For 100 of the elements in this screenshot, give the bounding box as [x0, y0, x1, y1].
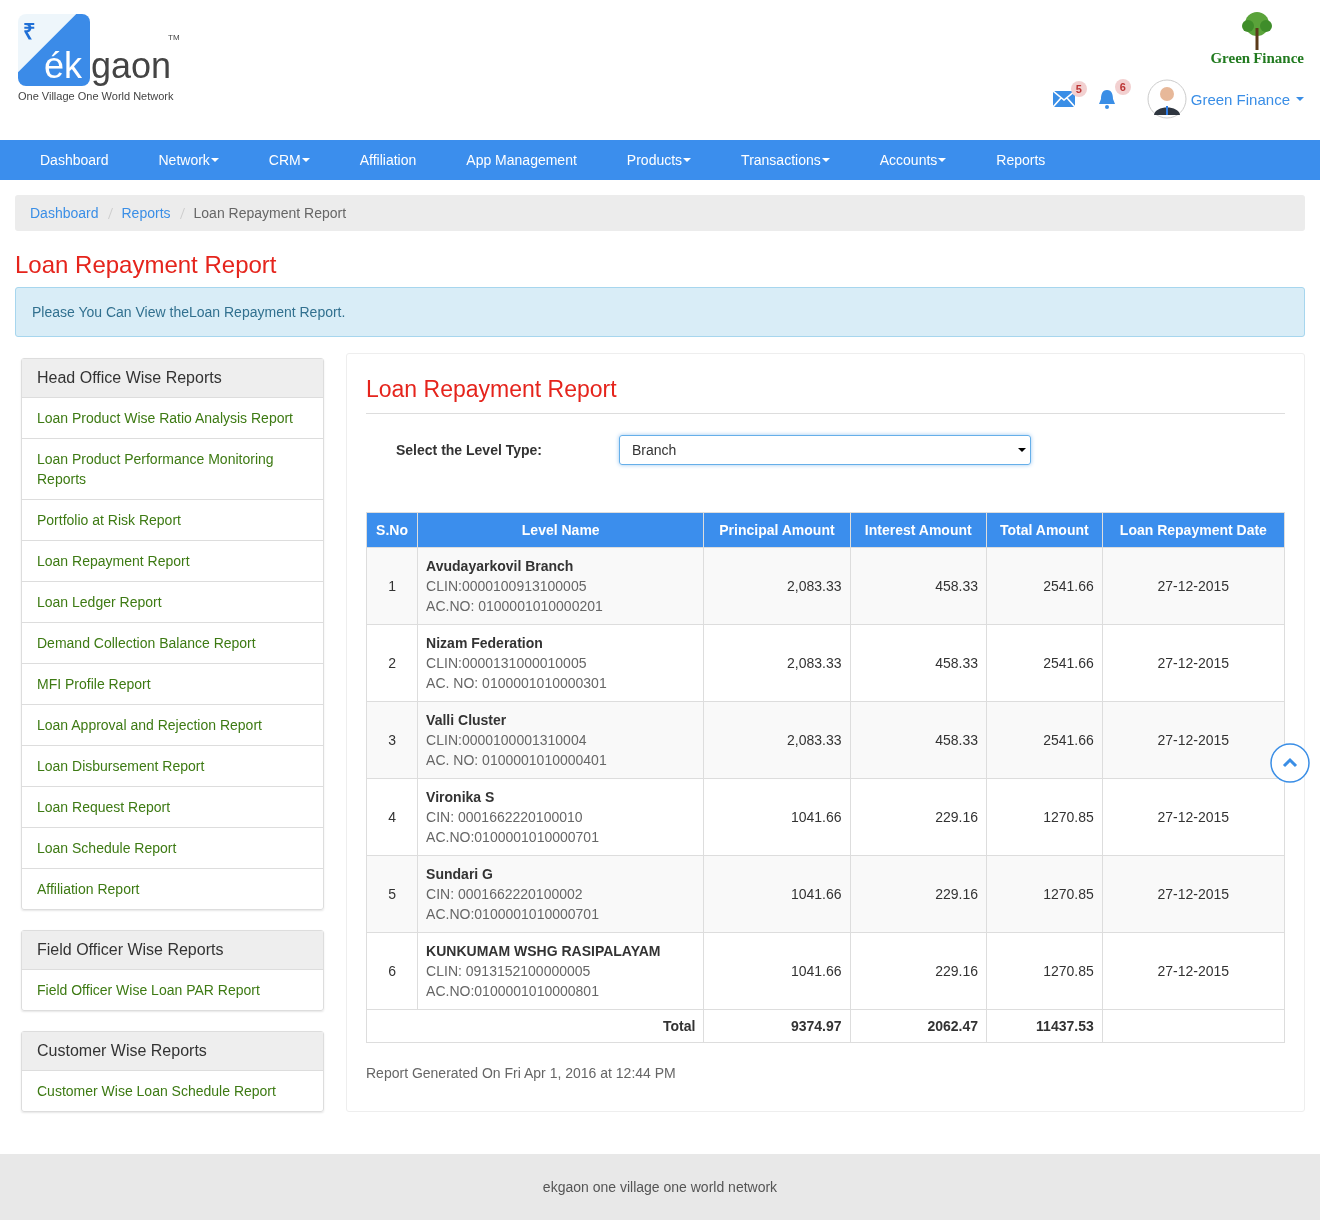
- breadcrumb-current[interactable]: Loan Repayment Report: [193, 205, 347, 221]
- table-cell: 229.16: [850, 855, 987, 933]
- report-link[interactable]: MFI Profile Report: [22, 663, 323, 704]
- info-text: Please You Can View theLoan Repayment Report.: [32, 304, 346, 320]
- table-cell: 5: [366, 855, 418, 933]
- report-link[interactable]: Loan Schedule Report: [22, 827, 323, 868]
- table-cell: 2541.66: [986, 701, 1103, 779]
- table-cell: 1041.66: [703, 778, 851, 856]
- field-label: Select the Level Type:: [396, 442, 543, 458]
- logo-tagline: One Village One World Network: [18, 90, 174, 102]
- table-cell: 458.33: [850, 624, 987, 702]
- logo-text: gaon: [91, 48, 172, 84]
- report-link[interactable]: Loan Disbursement Report: [22, 745, 323, 786]
- nav-item[interactable]: Network: [158, 152, 219, 168]
- report-link[interactable]: Loan Approval and Rejection Report: [22, 704, 323, 745]
- table-cell: 2,083.33: [703, 701, 851, 779]
- id-text: AC. NO: 0100001010000401: [426, 751, 608, 770]
- table-cell: 2541.66: [986, 547, 1103, 625]
- column-header: Level Name: [417, 512, 704, 548]
- level-name: Nizam Federation: [426, 634, 544, 653]
- nav-item[interactable]: Affiliation: [359, 152, 417, 168]
- table-cell: 458.33: [850, 701, 987, 779]
- trademark: TM: [168, 34, 180, 42]
- nav-item[interactable]: CRM: [268, 152, 310, 168]
- table-cell: 2,083.33: [703, 547, 851, 625]
- table-cell: 1270.85: [986, 855, 1103, 933]
- report-link[interactable]: Loan Product Performance Monitoring Reports: [22, 438, 323, 499]
- table-cell: 3: [366, 701, 418, 779]
- scroll-top-button[interactable]: [1270, 743, 1310, 783]
- column-header: Total Amount: [986, 512, 1103, 548]
- id-text: CIN: 0001662220100002: [426, 885, 584, 904]
- page-title: Loan Repayment Report: [15, 251, 278, 279]
- table-cell: 1270.85: [986, 778, 1103, 856]
- table-cell: 6: [366, 932, 418, 1010]
- level-name: Valli Cluster: [426, 711, 508, 730]
- level-name: Sundari G: [426, 865, 494, 884]
- id-text: CLIN: 0913152100000005: [426, 962, 592, 981]
- report-link[interactable]: Demand Collection Balance Report: [22, 622, 323, 663]
- report-link[interactable]: Loan Repayment Report: [22, 540, 323, 581]
- table-cell: 229.16: [850, 932, 987, 1010]
- table-cell: 2541.66: [986, 624, 1103, 702]
- column-header: Interest Amount: [850, 512, 987, 548]
- nav-item[interactable]: App Management: [466, 152, 577, 168]
- id-text: CLIN:0000100913100005: [426, 577, 588, 596]
- panel-heading: Head Office Wise Reports: [22, 359, 323, 398]
- total-cell: 2062.47: [850, 1009, 987, 1043]
- id-text: AC.NO: 0100001010000201: [426, 597, 604, 616]
- report-link[interactable]: Field Officer Wise Loan PAR Report: [22, 970, 323, 1010]
- nav-item[interactable]: Accounts: [879, 152, 947, 168]
- total-label: Total: [366, 1009, 704, 1043]
- panel-title: Loan Repayment Report: [366, 376, 1285, 414]
- table-cell: 1041.66: [703, 932, 851, 1010]
- user-menu[interactable]: Green Finance: [1190, 90, 1304, 108]
- level-name: Avudayarkovil Branch: [426, 557, 575, 576]
- total-cell: 11437.53: [986, 1009, 1103, 1043]
- id-text: AC.NO:0100001010000801: [426, 982, 600, 1001]
- table-cell: 27-12-2015: [1102, 547, 1285, 625]
- report-link[interactable]: Portfolio at Risk Report: [22, 499, 323, 540]
- mail-icon[interactable]: [1052, 91, 1075, 107]
- table-cell: 1270.85: [986, 932, 1103, 1010]
- table-cell: 2: [366, 624, 418, 702]
- breadcrumb-link[interactable]: Reports: [121, 205, 171, 221]
- table-cell: 27-12-2015: [1102, 701, 1285, 779]
- table-cell: 27-12-2015: [1102, 855, 1285, 933]
- partner-logo-text: Green: [1210, 50, 1251, 67]
- report-link[interactable]: Loan Ledger Report: [22, 581, 323, 622]
- report-link[interactable]: Customer Wise Loan Schedule Report: [22, 1071, 323, 1111]
- level-name: Vironika S: [426, 788, 496, 807]
- nav-item[interactable]: Products: [626, 152, 692, 168]
- nav-item[interactable]: Dashboard: [40, 152, 109, 168]
- report-link[interactable]: Loan Request Report: [22, 786, 323, 827]
- count-badge: 6: [1114, 79, 1131, 95]
- id-text: AC.NO:0100001010000701: [426, 905, 600, 924]
- column-header: Loan Repayment Date: [1102, 512, 1285, 548]
- id-text: AC.NO:0100001010000701: [426, 828, 600, 847]
- id-text: CLIN:0000131000010005: [426, 654, 588, 673]
- column-header: Principal Amount: [703, 512, 851, 548]
- nav-item[interactable]: Transactions: [741, 152, 830, 168]
- table-cell: 2,083.33: [703, 624, 851, 702]
- report-link[interactable]: Loan Product Wise Ratio Analysis Report: [22, 398, 323, 438]
- level-name: KUNKUMAM WSHG RASIPALAYAM: [426, 942, 662, 961]
- table-cell: 27-12-2015: [1102, 932, 1285, 1010]
- table-cell: 458.33: [850, 547, 987, 625]
- total-cell: 9374.97: [703, 1009, 851, 1043]
- breadcrumb-link[interactable]: Dashboard: [30, 205, 99, 221]
- table-cell: 229.16: [850, 778, 987, 856]
- rupee-sign: ₹: [23, 18, 36, 45]
- table-cell: 1041.66: [703, 855, 851, 933]
- nav-item[interactable]: Reports: [996, 152, 1046, 168]
- generated-note: Report Generated On Fri Apr 1, 2016 at 12:44 PM: [366, 1065, 677, 1081]
- report-link[interactable]: Affiliation Report: [22, 868, 323, 909]
- table-cell: 27-12-2015: [1102, 624, 1285, 702]
- panel-heading: Field Officer Wise Reports: [22, 931, 323, 970]
- bell-icon[interactable]: [1096, 89, 1117, 109]
- partner-logo-text: Finance: [1253, 50, 1304, 67]
- level-type-dropdown[interactable]: Branch: [619, 435, 1031, 465]
- id-text: CIN: 0001662220100010: [426, 808, 584, 827]
- column-header: S.No: [366, 512, 418, 548]
- avatar: [1146, 79, 1187, 119]
- count-badge: 5: [1070, 81, 1087, 97]
